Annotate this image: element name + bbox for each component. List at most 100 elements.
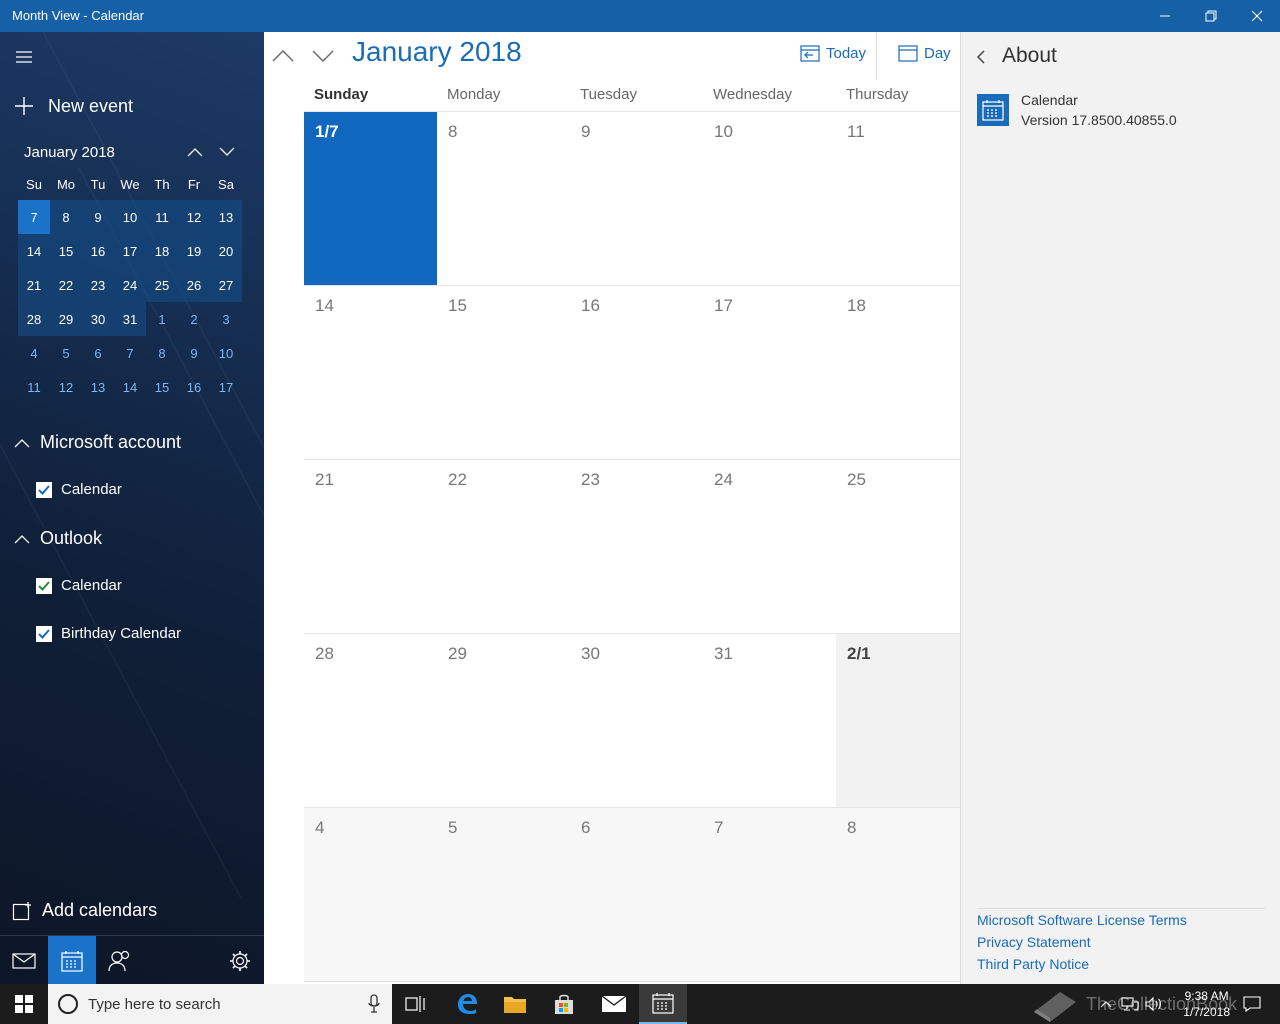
license-terms-link[interactable]: Microsoft Software License Terms — [977, 912, 1187, 928]
hamburger-button[interactable] — [16, 50, 32, 68]
day-cell[interactable]: 5 — [437, 808, 570, 981]
people-button[interactable] — [96, 936, 144, 984]
mini-day[interactable]: 5 — [50, 336, 82, 370]
mini-day[interactable]: 15 — [50, 234, 82, 268]
store-button[interactable] — [540, 984, 588, 1024]
mini-day[interactable]: 2 — [178, 302, 210, 336]
clock[interactable]: 9:38 AM 1/7/2018 — [1183, 988, 1230, 1020]
mail-taskbar-button[interactable] — [590, 984, 638, 1024]
day-cell[interactable]: 2/1 — [836, 634, 960, 807]
new-event-button[interactable]: New event — [14, 94, 133, 118]
day-cell[interactable]: 14 — [304, 286, 437, 459]
day-cell[interactable]: 10 — [703, 112, 836, 285]
mini-day[interactable]: 30 — [82, 302, 114, 336]
taskbar-search[interactable]: Type here to search — [48, 984, 392, 1024]
day-cell[interactable]: 17 — [703, 286, 836, 459]
mini-day[interactable]: 13 — [210, 200, 242, 234]
privacy-statement-link[interactable]: Privacy Statement — [977, 934, 1091, 950]
mini-day[interactable]: 12 — [178, 200, 210, 234]
day-cell[interactable]: 16 — [570, 286, 703, 459]
add-calendars-button[interactable]: Add calendars — [12, 900, 157, 921]
mini-day[interactable]: 9 — [82, 200, 114, 234]
mini-day[interactable]: 19 — [178, 234, 210, 268]
mini-day[interactable]: 16 — [178, 370, 210, 404]
day-cell[interactable]: 9 — [570, 112, 703, 285]
mini-day[interactable]: 8 — [146, 336, 178, 370]
volume-button[interactable] — [1142, 984, 1166, 1024]
day-cell[interactable]: 21 — [304, 460, 437, 633]
mini-day[interactable]: 21 — [18, 268, 50, 302]
minimize-button[interactable] — [1142, 0, 1188, 32]
day-cell[interactable]: 7 — [703, 808, 836, 981]
mini-day[interactable]: 10 — [114, 200, 146, 234]
calendar-item[interactable]: Calendar — [36, 577, 122, 594]
day-cell[interactable]: 4 — [304, 808, 437, 981]
settings-button[interactable] — [216, 936, 264, 984]
network-button[interactable] — [1118, 984, 1142, 1024]
mini-day[interactable]: 11 — [18, 370, 50, 404]
restore-button[interactable] — [1188, 0, 1234, 32]
group-outlook[interactable]: Outlook — [14, 528, 102, 549]
mini-day[interactable]: 29 — [50, 302, 82, 336]
day-cell[interactable]: 24 — [703, 460, 836, 633]
previous-month-button[interactable] — [268, 42, 298, 70]
mini-calendar-title[interactable]: January 2018 — [24, 144, 115, 161]
mini-day[interactable]: 11 — [146, 200, 178, 234]
third-party-notice-link[interactable]: Third Party Notice — [977, 956, 1089, 972]
mini-day[interactable]: 24 — [114, 268, 146, 302]
close-button[interactable] — [1234, 0, 1280, 32]
calendar-checkbox[interactable] — [36, 625, 52, 642]
mini-calendar-next-button[interactable] — [216, 142, 238, 162]
mini-day[interactable]: 18 — [146, 234, 178, 268]
mini-day-today[interactable]: 7 — [18, 200, 50, 234]
day-cell[interactable]: 8 — [836, 808, 960, 981]
day-cell[interactable]: 22 — [437, 460, 570, 633]
mini-day[interactable]: 13 — [82, 370, 114, 404]
mini-day[interactable]: 3 — [210, 302, 242, 336]
day-cell[interactable]: 6 — [570, 808, 703, 981]
mini-day[interactable]: 6 — [82, 336, 114, 370]
file-explorer-button[interactable] — [491, 984, 539, 1024]
next-month-button[interactable] — [308, 42, 338, 70]
day-cell[interactable]: 28 — [304, 634, 437, 807]
mini-day[interactable]: 17 — [210, 370, 242, 404]
task-view-button[interactable] — [392, 984, 440, 1024]
mini-day[interactable]: 28 — [18, 302, 50, 336]
mini-day[interactable]: 9 — [178, 336, 210, 370]
show-hidden-icons-button[interactable] — [1094, 984, 1118, 1024]
calendar-item[interactable]: Birthday Calendar — [36, 625, 181, 642]
mini-day[interactable]: 14 — [114, 370, 146, 404]
group-microsoft-account[interactable]: Microsoft account — [14, 432, 181, 453]
mini-day[interactable]: 12 — [50, 370, 82, 404]
calendar-app-button[interactable] — [48, 936, 96, 984]
mini-day[interactable]: 10 — [210, 336, 242, 370]
mail-button[interactable] — [0, 936, 48, 984]
day-view-button[interactable]: Day — [898, 44, 951, 62]
calendar-checkbox[interactable] — [36, 481, 52, 498]
calendar-item[interactable]: Calendar — [36, 481, 122, 498]
microphone-button[interactable] — [368, 994, 380, 1019]
mini-day[interactable]: 15 — [146, 370, 178, 404]
mini-day[interactable]: 8 — [50, 200, 82, 234]
mini-day[interactable]: 16 — [82, 234, 114, 268]
mini-day[interactable]: 23 — [82, 268, 114, 302]
action-center-button[interactable] — [1232, 984, 1272, 1024]
day-cell[interactable]: 11 — [836, 112, 960, 285]
day-cell[interactable]: 18 — [836, 286, 960, 459]
mini-day[interactable]: 1 — [146, 302, 178, 336]
mini-day[interactable]: 31 — [114, 302, 146, 336]
today-button[interactable]: Today — [800, 44, 866, 62]
mini-day[interactable]: 26 — [178, 268, 210, 302]
mini-day[interactable]: 20 — [210, 234, 242, 268]
mini-day[interactable]: 7 — [114, 336, 146, 370]
day-cell-selected[interactable]: 1/7 — [304, 112, 437, 285]
month-title[interactable]: January 2018 — [352, 36, 522, 68]
mini-day[interactable]: 25 — [146, 268, 178, 302]
day-cell[interactable]: 15 — [437, 286, 570, 459]
day-cell[interactable]: 30 — [570, 634, 703, 807]
calendar-taskbar-button[interactable] — [639, 984, 687, 1024]
mini-day[interactable]: 14 — [18, 234, 50, 268]
calendar-checkbox[interactable] — [36, 577, 52, 594]
mini-day[interactable]: 4 — [18, 336, 50, 370]
day-cell[interactable]: 25 — [836, 460, 960, 633]
